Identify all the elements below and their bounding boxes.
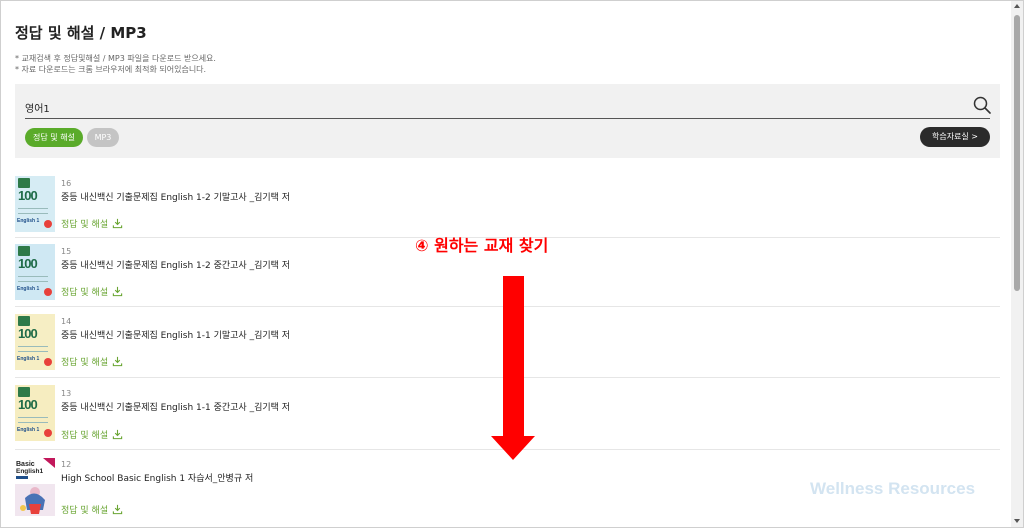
filter-mp3-button[interactable]: MP3 <box>87 128 119 147</box>
scroll-up-arrow-icon[interactable] <box>1014 4 1020 8</box>
download-link[interactable]: 정답 및 해설 <box>61 503 123 516</box>
search-panel: 영어1 정답 및 해설 MP3 학습자료실 > <box>15 84 1000 158</box>
download-link[interactable]: 정답 및 해설 <box>61 217 123 230</box>
download-label: 정답 및 해설 <box>61 358 109 368</box>
download-label: 정답 및 해설 <box>61 288 109 298</box>
book-cover: 100 English 1 <box>15 244 55 300</box>
scroll-down-arrow-icon[interactable] <box>1014 519 1020 523</box>
download-icon <box>112 504 123 515</box>
annotation-label: ④ 원하는 교재 찾기 <box>415 236 549 255</box>
watermark: Wellness Resources <box>810 479 976 498</box>
book-cover: Basic English1 <box>15 458 55 516</box>
filter-answer-button[interactable]: 정답 및 해설 <box>25 128 83 147</box>
study-materials-button[interactable]: 학습자료실 > <box>920 127 990 147</box>
download-label: 정답 및 해설 <box>61 220 109 230</box>
item-title[interactable]: 중등 내신백신 기출문제집 English 1-2 중간고사 _김기택 저 <box>61 258 290 271</box>
search-icon[interactable] <box>973 96 991 114</box>
item-title[interactable]: 중등 내신백신 기출문제집 English 1-1 중간고사 _김기택 저 <box>61 400 290 413</box>
download-link[interactable]: 정답 및 해설 <box>61 428 123 441</box>
download-icon <box>112 429 123 440</box>
scroll-thumb[interactable] <box>1014 15 1020 291</box>
svg-text:English1: English1 <box>16 468 43 475</box>
search-input[interactable]: 영어1 <box>25 100 50 115</box>
download-link[interactable]: 정답 및 해설 <box>61 285 123 298</box>
notice-line: * 자료 다운로드는 크롬 브라우저에 최적화 되어있습니다. <box>15 65 207 74</box>
item-number: 13 <box>61 389 72 398</box>
item-title[interactable]: High School Basic English 1 자습서_안병규 저 <box>61 471 253 484</box>
book-cover: 100 English 1 <box>15 385 55 441</box>
down-arrow-icon <box>491 276 535 460</box>
download-icon <box>112 218 123 229</box>
item-number: 16 <box>61 179 72 188</box>
notice-list: * 교재검색 후 정답및해설 / MP3 파일을 다운로드 받으세요. * 자료… <box>15 53 216 75</box>
download-label: 정답 및 해설 <box>61 431 109 441</box>
book-cover: 100 English 1 <box>15 314 55 370</box>
svg-text:Basic: Basic <box>16 461 35 468</box>
download-link[interactable]: 정답 및 해설 <box>61 355 123 368</box>
search-underline <box>25 118 990 119</box>
page-title: 정답 및 해설 / MP3 <box>15 24 147 42</box>
book-cover: 100 English 1 <box>15 176 55 232</box>
download-icon <box>112 286 123 297</box>
item-number: 14 <box>61 317 72 326</box>
notice-line: * 교재검색 후 정답및해설 / MP3 파일을 다운로드 받으세요. <box>15 54 216 63</box>
download-label: 정답 및 해설 <box>61 506 109 516</box>
item-title[interactable]: 중등 내신백신 기출문제집 English 1-2 기말고사 _김기택 저 <box>61 190 290 203</box>
item-number: 15 <box>61 247 72 256</box>
item-title[interactable]: 중등 내신백신 기출문제집 English 1-1 기말고사 _김기택 저 <box>61 328 290 341</box>
vertical-scrollbar[interactable] <box>1011 1 1023 527</box>
list-item[interactable]: 100 English 1 16 중등 내신백신 기출문제집 English 1… <box>15 170 1000 238</box>
item-number: 12 <box>61 460 72 469</box>
download-icon <box>112 356 123 367</box>
